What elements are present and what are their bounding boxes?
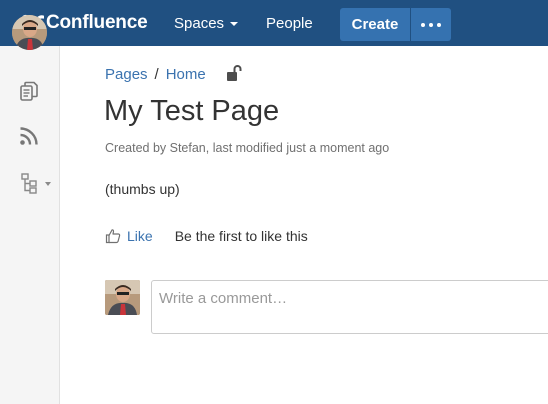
more-create-options-button[interactable] — [411, 8, 451, 41]
comment-user-avatar-image — [105, 280, 140, 315]
breadcrumb-pages-link[interactable]: Pages — [105, 66, 148, 83]
breadcrumb-home-link[interactable]: Home — [166, 66, 206, 83]
page-title: My Test Page — [104, 95, 280, 127]
thumbs-up-icon — [105, 229, 121, 244]
spaces-menu-label: Spaces — [174, 14, 225, 32]
top-navigation-bar: Confluence Spaces People Create — [0, 0, 548, 46]
spaces-menu[interactable]: Spaces — [174, 13, 239, 33]
unlocked-padlock-icon[interactable] — [226, 64, 242, 82]
user-avatar-image — [12, 15, 47, 50]
comment-user-avatar — [105, 280, 140, 315]
page-body-text: (thumbs up) — [105, 181, 180, 197]
people-link[interactable]: People — [266, 13, 313, 33]
logo-text: Confluence — [46, 12, 148, 33]
user-avatar[interactable] — [12, 15, 47, 50]
ellipsis-icon — [419, 22, 443, 27]
modified-time-link[interactable]: just a moment ago — [286, 141, 389, 155]
like-button[interactable]: Like — [105, 228, 153, 244]
like-label: Like — [127, 228, 153, 244]
chevron-down-icon — [230, 22, 239, 26]
comment-input[interactable]: Write a comment… — [151, 280, 548, 334]
page-metadata: Created by Stefan, last modified just a … — [105, 141, 389, 155]
feed-icon[interactable] — [18, 125, 40, 147]
like-hint-text: Be the first to like this — [174, 228, 308, 244]
pages-icon[interactable] — [18, 80, 40, 102]
page-tree-icon[interactable] — [20, 172, 42, 194]
author-link[interactable]: Stefan — [170, 141, 206, 155]
breadcrumb-separator: / — [154, 65, 159, 83]
meta-modified-label: , last modified — [205, 141, 287, 155]
people-link-label: People — [266, 14, 313, 32]
breadcrumb: Pages / Home — [105, 64, 206, 84]
chevron-down-icon[interactable] — [45, 182, 51, 186]
meta-created-by-label: Created by — [105, 141, 170, 155]
create-button[interactable]: Create — [340, 8, 410, 41]
like-section: Like Be the first to like this — [105, 227, 308, 245]
